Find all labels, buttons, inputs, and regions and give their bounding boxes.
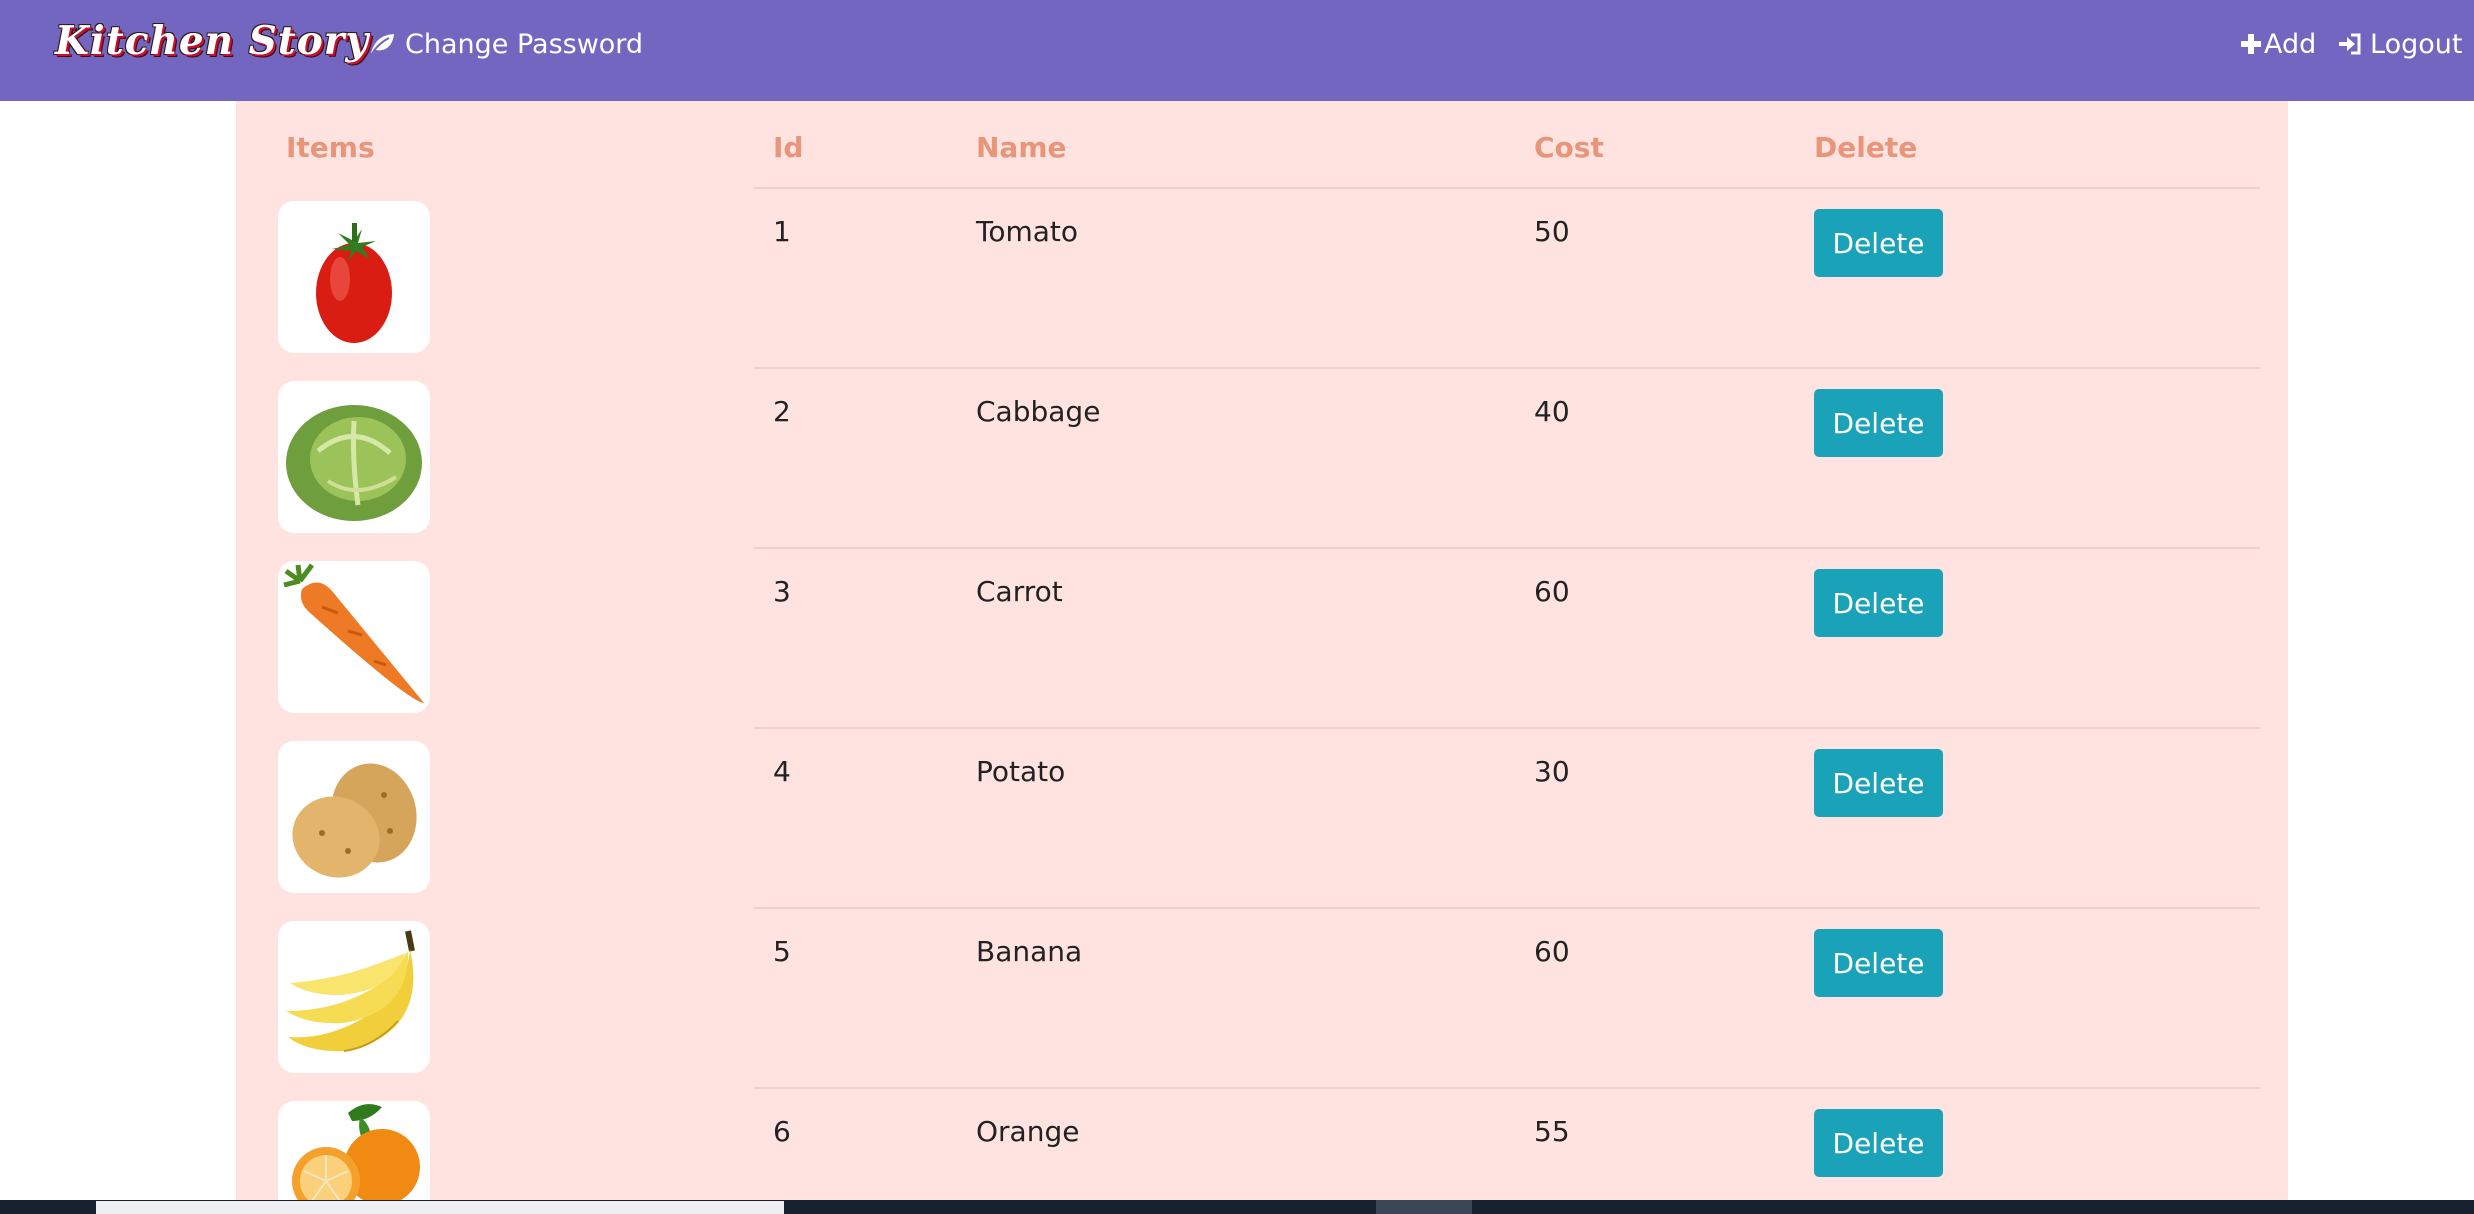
orange-image: [278, 1101, 430, 1200]
leaf-icon: [369, 33, 395, 55]
delete-button-row-6[interactable]: Delete: [1814, 1109, 1943, 1177]
delete-button-row-2[interactable]: Delete: [1814, 389, 1943, 457]
change-password-label: Change Password: [405, 28, 644, 60]
change-password-link[interactable]: Change Password: [369, 26, 643, 62]
row-4-cost: 30: [1534, 755, 1570, 788]
row-5-name: Banana: [976, 935, 1083, 968]
taskbar-search-box[interactable]: [96, 1201, 784, 1214]
taskbar-active-item[interactable]: [1376, 1200, 1472, 1214]
logout-link[interactable]: Logout: [2338, 26, 2462, 62]
row-6-cost: 55: [1534, 1115, 1570, 1148]
row-divider: [754, 187, 2260, 189]
delete-button-row-5[interactable]: Delete: [1814, 929, 1943, 997]
row-6-id: 6: [773, 1115, 791, 1148]
row-5-id: 5: [773, 935, 791, 968]
row-divider: [754, 547, 2260, 549]
row-5-cost: 60: [1534, 935, 1570, 968]
banana-image: [278, 921, 430, 1073]
add-label: Add: [2264, 28, 2317, 60]
row-4-id: 4: [773, 755, 791, 788]
row-2-name: Cabbage: [976, 395, 1101, 428]
add-link[interactable]: Add: [2240, 26, 2316, 62]
row-divider: [754, 1087, 2260, 1089]
header-delete: Delete: [1814, 131, 1918, 164]
row-1-cost: 50: [1534, 215, 1570, 248]
row-3-id: 3: [773, 575, 791, 608]
row-1-id: 1: [773, 215, 791, 248]
row-3-name: Carrot: [976, 575, 1063, 608]
tomato-image: [278, 201, 430, 353]
items-table-panel: [236, 101, 2288, 1200]
header-items: Items: [286, 131, 375, 164]
brand-logo[interactable]: Kitchen Story: [55, 18, 369, 64]
header-name: Name: [976, 131, 1067, 164]
cabbage-image: [278, 381, 430, 533]
row-divider: [754, 727, 2260, 729]
delete-button-row-4[interactable]: Delete: [1814, 749, 1943, 817]
row-6-name: Orange: [976, 1115, 1080, 1148]
row-divider: [754, 907, 2260, 909]
potato-image: [278, 741, 430, 893]
delete-button-row-1[interactable]: Delete: [1814, 209, 1943, 277]
carrot-image: [278, 561, 430, 713]
row-4-name: Potato: [976, 755, 1066, 788]
logout-label: Logout: [2370, 28, 2463, 60]
delete-button-row-3[interactable]: Delete: [1814, 569, 1943, 637]
row-2-cost: 40: [1534, 395, 1570, 428]
row-3-cost: 60: [1534, 575, 1570, 608]
row-1-name: Tomato: [976, 215, 1079, 248]
row-2-id: 2: [773, 395, 791, 428]
top-navbar: Kitchen Story Change Password Add Logout: [0, 0, 2474, 101]
header-id: Id: [773, 131, 804, 164]
sign-in-icon: [2338, 32, 2362, 56]
header-cost: Cost: [1534, 131, 1604, 164]
row-divider: [754, 367, 2260, 369]
plus-icon: [2240, 33, 2262, 55]
